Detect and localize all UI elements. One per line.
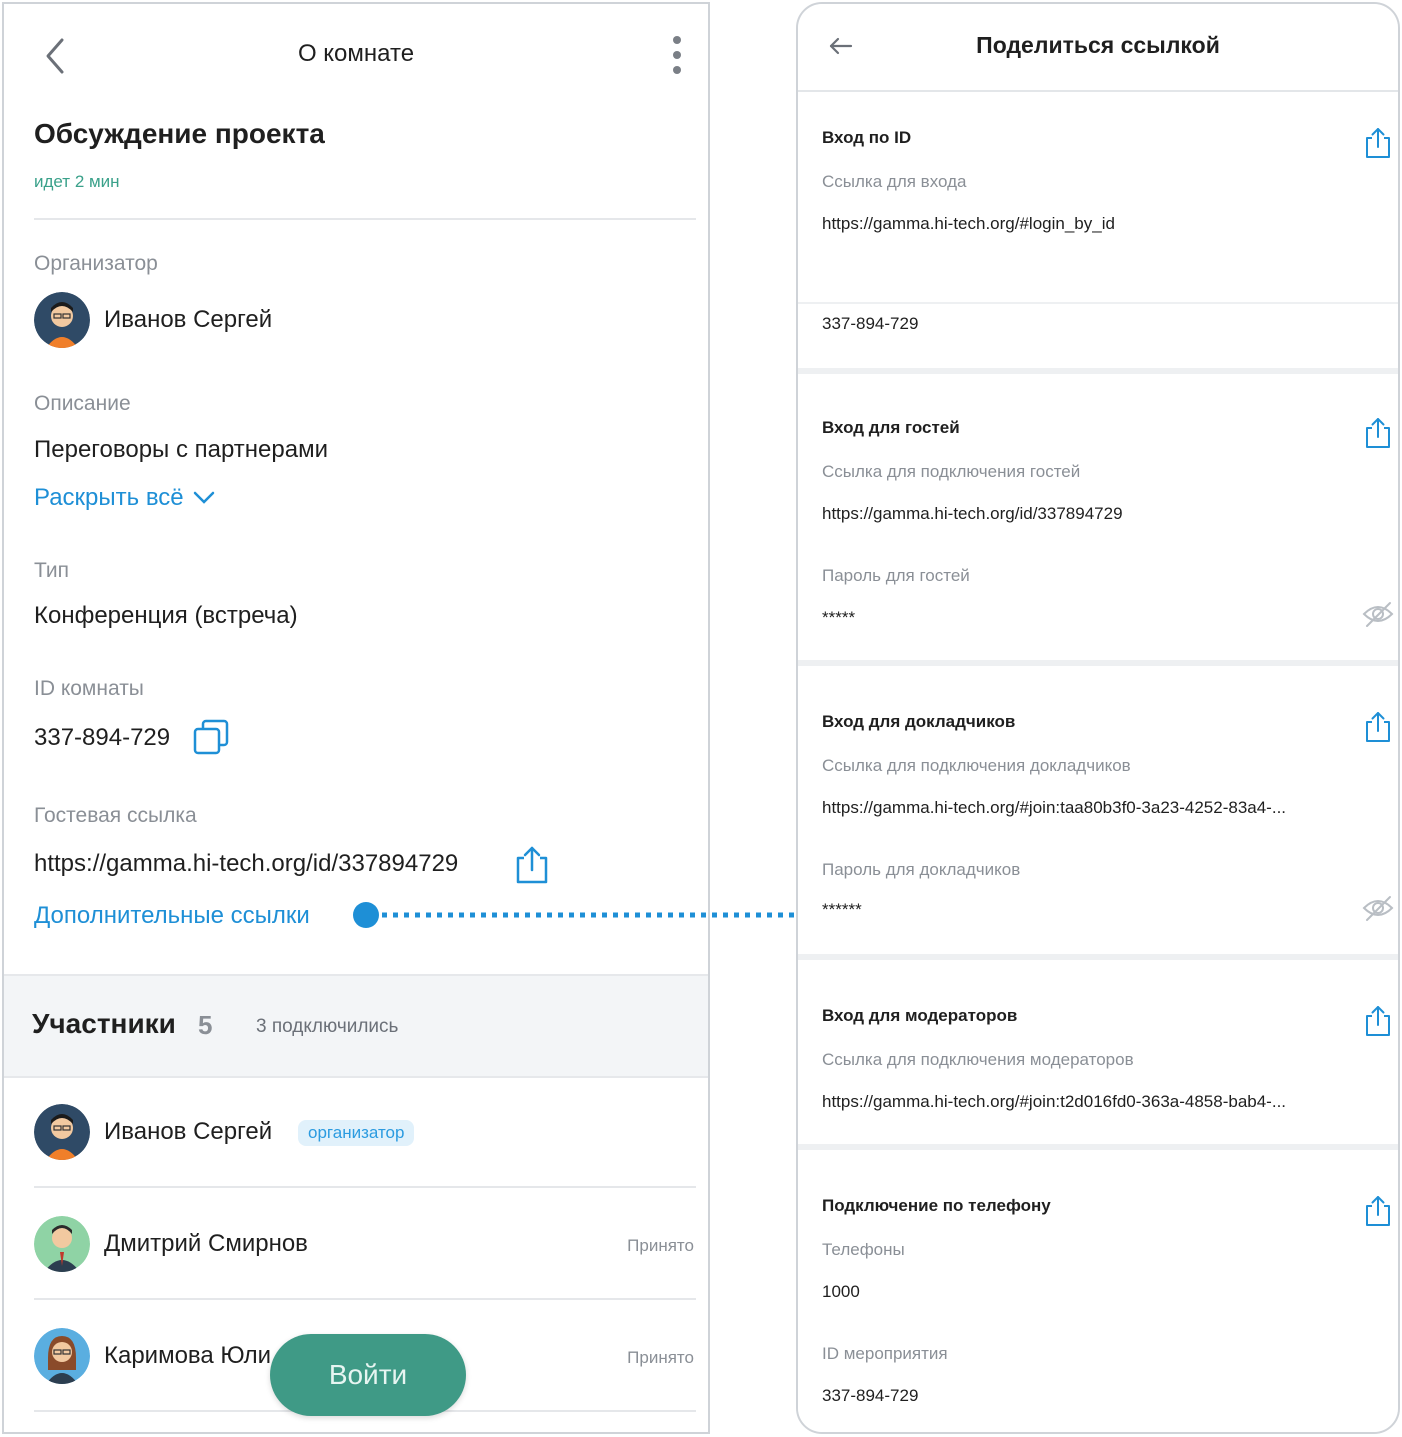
event-id-label: ID мероприятия	[822, 1344, 948, 1363]
section-speakers: Вход для докладчиков Ссылка для подключе…	[798, 666, 1398, 954]
room-id-value: 337-894-729	[34, 724, 171, 751]
share-header: Поделиться ссылкой	[798, 4, 1398, 92]
password-value: *****	[822, 608, 856, 627]
password-label: Пароль для докладчиков	[822, 860, 1021, 879]
avatar	[34, 1328, 90, 1384]
password-label: Пароль для гостей	[822, 566, 970, 585]
type-label: Тип	[34, 559, 70, 582]
guest-link-label: Гостевая ссылка	[34, 804, 197, 827]
avatar	[34, 1104, 90, 1160]
eye-off-icon[interactable]	[1362, 600, 1394, 628]
participants-count: 5	[198, 1010, 213, 1040]
participant-status: Принято	[627, 1236, 694, 1255]
section-title: Вход для модераторов	[822, 1006, 1018, 1025]
section-moderators: Вход для модераторов Ссылка для подключе…	[798, 960, 1398, 1144]
room-title: Обсуждение проекта	[34, 118, 325, 149]
expand-all-label: Раскрыть всё	[34, 484, 184, 511]
room-duration: идет 2 мин	[34, 172, 120, 191]
id-value: 337-894-729	[822, 314, 919, 333]
divider	[34, 1186, 696, 1188]
section-guests: Вход для гостей Ссылка для подключения г…	[798, 374, 1398, 660]
avatar	[34, 292, 90, 348]
enter-button[interactable]: Войти	[270, 1334, 466, 1416]
section-title: Вход для докладчиков	[822, 712, 1016, 731]
header-title: О комнате	[297, 40, 415, 67]
link-value[interactable]: https://gamma.hi-tech.org/id/337894729	[822, 504, 1123, 524]
avatar	[34, 1216, 90, 1272]
divider	[34, 218, 696, 220]
chevron-down-icon	[193, 491, 214, 504]
share-icon[interactable]	[1364, 1004, 1392, 1038]
connector-dotted-line	[353, 902, 816, 928]
description-value: Переговоры с партнерами	[34, 436, 328, 463]
phones-value: 1000	[822, 1282, 860, 1301]
expand-all-link[interactable]: Раскрыть всё	[34, 484, 216, 512]
organizer-name: Иванов Сергей	[104, 306, 273, 333]
guest-link-value: https://gamma.hi-tech.org/id/337894729	[34, 850, 459, 877]
participants-header: Участники 5 3 подключились	[4, 974, 708, 1078]
link-label: Ссылка для входа	[822, 172, 967, 191]
phones-label: Телефоны	[822, 1240, 905, 1259]
share-link-screen: Поделиться ссылкой Вход по ID Ссылка для…	[796, 2, 1400, 1434]
section-phone: Подключение по телефону Телефоны 1000 ID…	[798, 1150, 1398, 1432]
section-title: Подключение по телефону	[822, 1196, 1051, 1215]
divider	[34, 1298, 696, 1300]
participant-name: Иванов Сергей	[104, 1118, 273, 1145]
room-id-label: ID комнаты	[34, 677, 144, 700]
list-item[interactable]: Дмитрий Смирнов Принято	[4, 1190, 708, 1298]
kebab-menu-icon[interactable]	[670, 34, 684, 78]
list-item[interactable]: Иванов Сергей организатор	[4, 1078, 708, 1186]
section-login-by-id-id: 337-894-729	[798, 304, 1398, 368]
type-value: Конференция (встреча)	[34, 602, 298, 629]
link-value[interactable]: https://gamma.hi-tech.org/#join:taa80b3f…	[822, 798, 1286, 818]
password-value: ******	[822, 900, 862, 919]
participant-name: Дмитрий Смирнов	[104, 1230, 308, 1257]
organizer-label: Организатор	[34, 252, 158, 275]
event-id-value: 337-894-729	[822, 1386, 919, 1405]
participants-title: Участники	[32, 1008, 176, 1039]
section-title: Вход по ID	[822, 128, 912, 147]
organizer-badge: организатор	[298, 1120, 415, 1146]
participants-connected: 3 подключились	[256, 1016, 399, 1037]
share-title: Поделиться ссылкой	[976, 32, 1220, 58]
section-login-by-id: Вход по ID Ссылка для входа https://gamm…	[798, 92, 1398, 302]
description-label: Описание	[34, 392, 131, 415]
section-title: Вход для гостей	[822, 418, 960, 437]
link-value[interactable]: https://gamma.hi-tech.org/#login_by_id	[822, 214, 1115, 234]
link-label: Ссылка для подключения гостей	[822, 462, 1081, 481]
participant-status: Принято	[627, 1348, 694, 1367]
link-label: Ссылка для подключения модераторов	[822, 1050, 1134, 1069]
participant-name: Каримова Юли	[104, 1342, 272, 1369]
share-icon[interactable]	[1364, 416, 1392, 450]
share-icon[interactable]	[514, 844, 550, 886]
room-info-screen: О комнате Обсуждение проекта идет 2 мин …	[2, 2, 710, 1434]
share-icon[interactable]	[1364, 710, 1392, 744]
eye-off-icon[interactable]	[1362, 894, 1394, 922]
link-value[interactable]: https://gamma.hi-tech.org/#join:t2d016fd…	[822, 1092, 1286, 1112]
share-icon[interactable]	[1364, 126, 1392, 160]
copy-icon[interactable]	[192, 718, 230, 756]
link-label: Ссылка для подключения докладчиков	[822, 756, 1131, 775]
share-icon[interactable]	[1364, 1194, 1392, 1228]
more-links-link[interactable]: Дополнительные ссылки	[34, 902, 310, 930]
